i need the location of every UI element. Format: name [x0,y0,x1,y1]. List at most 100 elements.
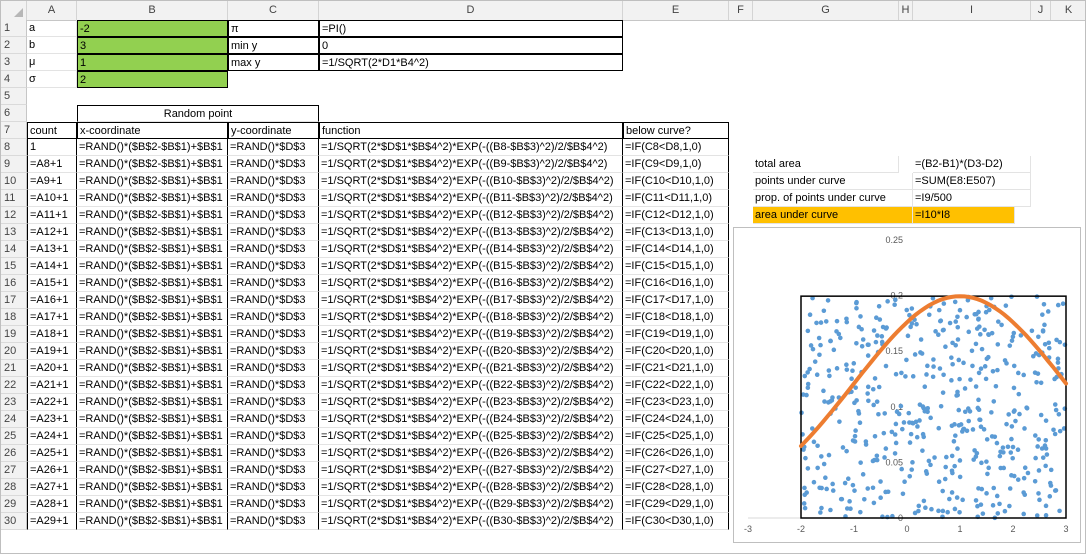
cell-count[interactable]: =A9+1 [27,173,77,190]
area-under-curve-formula[interactable]: =I10*I8 [913,207,1015,224]
cell-count[interactable]: =A16+1 [27,292,77,309]
cell-count[interactable]: =A28+1 [27,496,77,513]
cell-x-formula[interactable]: =RAND()*($B$2-$B$1)+$B$1 [77,343,228,360]
col-header-b[interactable]: B [77,1,228,20]
cell-count[interactable]: =A8+1 [27,156,77,173]
cell-x-formula[interactable]: =RAND()*($B$2-$B$1)+$B$1 [77,411,228,428]
cell-below-formula[interactable]: =IF(C11<D11,1,0) [623,190,729,207]
cell-count[interactable]: =A20+1 [27,360,77,377]
cell-x-formula[interactable]: =RAND()*($B$2-$B$1)+$B$1 [77,513,228,530]
row-header[interactable]: 28 [1,479,27,496]
cell-below-formula[interactable]: =IF(C16<D16,1,0) [623,275,729,292]
select-all-corner[interactable] [1,1,27,20]
col-header-i[interactable]: I [913,1,1031,20]
col-header-k[interactable]: K [1051,1,1085,20]
cell-y-formula[interactable]: =RAND()*$D$3 [228,428,319,445]
cell-x-formula[interactable]: =RAND()*($B$2-$B$1)+$B$1 [77,173,228,190]
cell-y-formula[interactable]: =RAND()*$D$3 [228,513,319,530]
cell-function-formula[interactable]: =1/SQRT(2*$D$1*$B$4^2)*EXP(-((B14-$B$3)^… [319,241,623,258]
cell-below-formula[interactable]: =IF(C26<D26,1,0) [623,445,729,462]
cell-below-formula[interactable]: =IF(C22<D22,1,0) [623,377,729,394]
cell-below-formula[interactable]: =IF(C14<D14,1,0) [623,241,729,258]
row-header[interactable]: 22 [1,377,27,394]
cell-y-formula[interactable]: =RAND()*$D$3 [228,462,319,479]
cell-below-formula[interactable]: =IF(C13<D13,1,0) [623,224,729,241]
cell-function-formula[interactable]: =1/SQRT(2*$D$1*$B$4^2)*EXP(-((B28-$B$3)^… [319,479,623,496]
cell-below-formula[interactable]: =IF(C10<D10,1,0) [623,173,729,190]
scatter-chart[interactable]: 0 0.05 0.1 0.15 0.2 0.25 -3 -2 -1 0 1 2 3 [733,227,1081,543]
cell-count[interactable]: =A17+1 [27,309,77,326]
cell-x-formula[interactable]: =RAND()*($B$2-$B$1)+$B$1 [77,394,228,411]
row-header[interactable]: 24 [1,411,27,428]
col-header-g[interactable]: G [753,1,899,20]
cell-x-formula[interactable]: =RAND()*($B$2-$B$1)+$B$1 [77,360,228,377]
cell-count[interactable]: =A23+1 [27,411,77,428]
cell-below-formula[interactable]: =IF(C17<D17,1,0) [623,292,729,309]
cell-function-formula[interactable]: =1/SQRT(2*$D$1*$B$4^2)*EXP(-((B29-$B$3)^… [319,496,623,513]
cell-count[interactable]: =A26+1 [27,462,77,479]
col-header-j[interactable]: J [1031,1,1051,20]
cell-x-formula[interactable]: =RAND()*($B$2-$B$1)+$B$1 [77,377,228,394]
col-header-e[interactable]: E [623,1,729,20]
cell-function-formula[interactable]: =1/SQRT(2*$D$1*$B$4^2)*EXP(-((B16-$B$3)^… [319,275,623,292]
cell-below-formula[interactable]: =IF(C12<D12,1,0) [623,207,729,224]
points-under-curve-formula[interactable]: =SUM(E8:E507) [913,173,1031,190]
cell-b1[interactable]: -2 [77,20,228,37]
cell-x-formula[interactable]: =RAND()*($B$2-$B$1)+$B$1 [77,258,228,275]
cell-x-formula[interactable]: =RAND()*($B$2-$B$1)+$B$1 [77,479,228,496]
cell-count[interactable]: =A11+1 [27,207,77,224]
cell-function-formula[interactable]: =1/SQRT(2*$D$1*$B$4^2)*EXP(-((B22-$B$3)^… [319,377,623,394]
cell-function-formula[interactable]: =1/SQRT(2*$D$1*$B$4^2)*EXP(-((B23-$B$3)^… [319,394,623,411]
cell-count[interactable]: 1 [27,139,77,156]
cell-x-formula[interactable]: =RAND()*($B$2-$B$1)+$B$1 [77,309,228,326]
cell-d2[interactable]: 0 [319,37,623,54]
cell-x-formula[interactable]: =RAND()*($B$2-$B$1)+$B$1 [77,292,228,309]
row-header[interactable]: 13 [1,224,27,241]
cell-function-formula[interactable]: =1/SQRT(2*$D$1*$B$4^2)*EXP(-((B26-$B$3)^… [319,445,623,462]
cell-y-formula[interactable]: =RAND()*$D$3 [228,479,319,496]
cell-y-formula[interactable]: =RAND()*$D$3 [228,292,319,309]
cell-b3[interactable]: 1 [77,54,228,71]
cell-y-formula[interactable]: =RAND()*$D$3 [228,326,319,343]
cell-function-formula[interactable]: =1/SQRT(2*$D$1*$B$4^2)*EXP(-((B24-$B$3)^… [319,411,623,428]
cell-x-formula[interactable]: =RAND()*($B$2-$B$1)+$B$1 [77,275,228,292]
cell-below-formula[interactable]: =IF(C25<D25,1,0) [623,428,729,445]
cell-x-formula[interactable]: =RAND()*($B$2-$B$1)+$B$1 [77,496,228,513]
cell-function-formula[interactable]: =1/SQRT(2*$D$1*$B$4^2)*EXP(-((B10-$B$3)^… [319,173,623,190]
cell-below-formula[interactable]: =IF(C20<D20,1,0) [623,343,729,360]
row-header[interactable]: 3 [1,54,27,71]
cell-below-formula[interactable]: =IF(C19<D19,1,0) [623,326,729,343]
row-header[interactable]: 30 [1,513,27,530]
cell-y-formula[interactable]: =RAND()*$D$3 [228,445,319,462]
cell-c1[interactable]: π [228,20,319,37]
cell-x-formula[interactable]: =RAND()*($B$2-$B$1)+$B$1 [77,139,228,156]
total-area-formula[interactable]: =(B2-B1)*(D3-D2) [913,156,1031,173]
header-below-curve[interactable]: below curve? [623,122,729,139]
row-header[interactable]: 12 [1,207,27,224]
col-header-d[interactable]: D [319,1,623,20]
cell-c3[interactable]: max y [228,54,319,71]
cell-y-formula[interactable]: =RAND()*$D$3 [228,394,319,411]
cell-below-formula[interactable]: =IF(C29<D29,1,0) [623,496,729,513]
cell-a2[interactable]: b [27,37,77,54]
cell-count[interactable]: =A21+1 [27,377,77,394]
cell-x-formula[interactable]: =RAND()*($B$2-$B$1)+$B$1 [77,224,228,241]
header-count[interactable]: count [27,122,77,139]
cell-function-formula[interactable]: =1/SQRT(2*$D$1*$B$4^2)*EXP(-((B21-$B$3)^… [319,360,623,377]
cell-function-formula[interactable]: =1/SQRT(2*$D$1*$B$4^2)*EXP(-((B9-$B$3)^2… [319,156,623,173]
row-header[interactable]: 8 [1,139,27,156]
cell-below-formula[interactable]: =IF(C21<D21,1,0) [623,360,729,377]
cell-below-formula[interactable]: =IF(C24<D24,1,0) [623,411,729,428]
row-header[interactable]: 5 [1,88,27,105]
row-header[interactable]: 23 [1,394,27,411]
row-header[interactable]: 10 [1,173,27,190]
cell-y-formula[interactable]: =RAND()*$D$3 [228,377,319,394]
cell-function-formula[interactable]: =1/SQRT(2*$D$1*$B$4^2)*EXP(-((B8-$B$3)^2… [319,139,623,156]
cell-function-formula[interactable]: =1/SQRT(2*$D$1*$B$4^2)*EXP(-((B13-$B$3)^… [319,224,623,241]
cell-below-formula[interactable]: =IF(C9<D9,1,0) [623,156,729,173]
row-header[interactable]: 21 [1,360,27,377]
cell-count[interactable]: =A18+1 [27,326,77,343]
col-header-a[interactable]: A [27,1,77,20]
random-point-header[interactable]: Random point [77,105,319,122]
row-header[interactable]: 29 [1,496,27,513]
